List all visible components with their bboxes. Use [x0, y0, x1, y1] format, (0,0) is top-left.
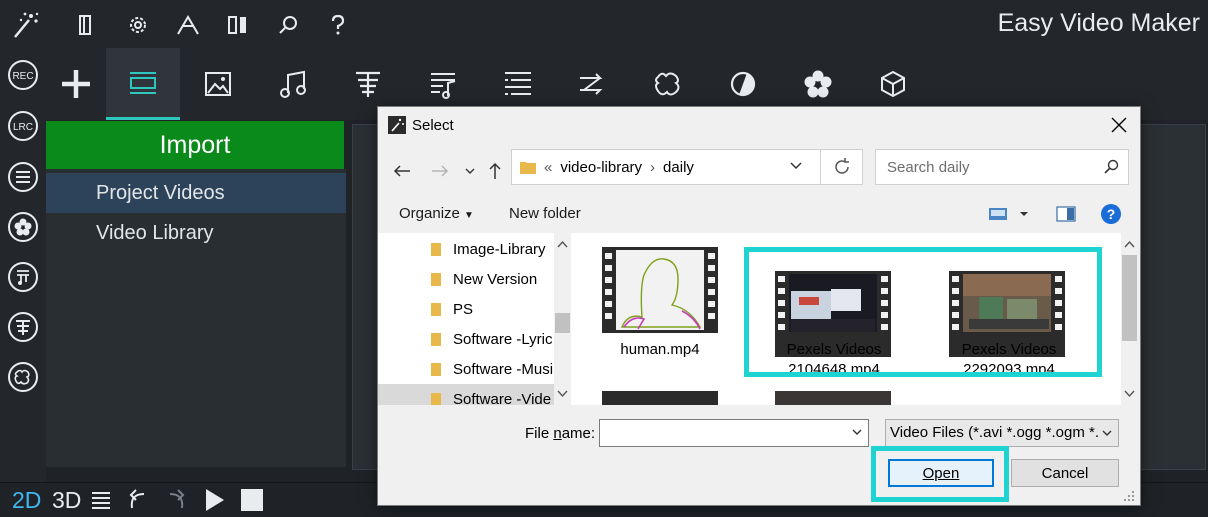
folder-icon: [520, 160, 536, 174]
search-icon[interactable]: [272, 9, 304, 41]
gear-icon[interactable]: [122, 9, 154, 41]
open-button[interactable]: Open: [888, 459, 994, 487]
command-bar: Organize ▼ New folder ?: [378, 197, 1138, 233]
rec-label: REC: [12, 71, 33, 82]
tree-item-label: Software -Lyric: [453, 330, 553, 348]
app-logo-icon: [388, 116, 406, 134]
resize-grip-icon[interactable]: [1124, 491, 1134, 501]
tree-item[interactable]: New Version: [378, 264, 554, 294]
import-panel: Project Videos Video Library: [46, 169, 346, 467]
undo-icon[interactable]: [126, 485, 152, 515]
svg-text:?: ?: [1107, 206, 1116, 222]
breadcrumb-overflow[interactable]: «: [544, 159, 552, 176]
breadcrumb-separator-icon: ›: [650, 158, 656, 176]
rec-icon[interactable]: REC: [6, 58, 40, 92]
address-dropdown-icon[interactable]: [790, 160, 802, 170]
select-dialog: Select « video-library › daily Organi: [377, 106, 1141, 506]
new-folder-button[interactable]: New folder: [509, 205, 581, 222]
video-tracks-icon[interactable]: [106, 48, 180, 120]
chevron-down-icon[interactable]: [852, 428, 862, 436]
dropdown-arrow-icon: ▼: [464, 210, 474, 221]
video-thumbnail-partial[interactable]: [602, 391, 718, 405]
view-options-icon[interactable]: [988, 206, 1032, 222]
tree-item[interactable]: Image-Library: [378, 234, 554, 264]
lrc-label: LRC: [13, 122, 33, 133]
chevron-down-icon: [1099, 429, 1112, 437]
wand-icon[interactable]: [10, 9, 42, 41]
list-icon[interactable]: [90, 485, 112, 515]
music-icon[interactable]: [256, 48, 330, 120]
lrc-icon[interactable]: LRC: [6, 109, 40, 143]
list-icon[interactable]: [6, 160, 40, 194]
files-scrollbar[interactable]: [1121, 233, 1138, 405]
organize-label: Organize: [399, 205, 460, 222]
back-icon[interactable]: [392, 159, 412, 183]
text-icon[interactable]: [6, 310, 40, 344]
mode-3d-button[interactable]: 3D: [52, 485, 81, 515]
tree-item-selected[interactable]: Software -Vide: [378, 384, 554, 405]
tree-item-label: Software -Musi: [453, 360, 554, 378]
tree-item-label: PS: [453, 300, 474, 318]
organize-menu[interactable]: Organize ▼: [399, 205, 474, 222]
tree-item-label: Image-Library: [453, 240, 546, 258]
refresh-icon[interactable]: [821, 149, 863, 185]
stop-icon[interactable]: [240, 485, 264, 515]
top-bar: Easy Video Maker: [0, 0, 1208, 49]
image-icon[interactable]: [181, 48, 255, 120]
preview-pane-icon[interactable]: [1056, 206, 1076, 222]
help-icon[interactable]: ?: [1100, 203, 1122, 225]
music-sheet-icon[interactable]: [6, 260, 40, 294]
search-icon[interactable]: [1103, 159, 1119, 175]
video-thumbnail-partial[interactable]: [775, 391, 891, 405]
close-icon[interactable]: [1106, 113, 1132, 137]
search-input[interactable]: [885, 157, 1089, 177]
selection-highlight: [744, 247, 1102, 377]
tree-item-label: New Version: [453, 270, 538, 288]
dialog-title: Select: [412, 116, 454, 134]
recent-locations-icon[interactable]: [462, 159, 478, 183]
tree-item-label: Software -Vide: [453, 390, 552, 406]
puzzle-icon[interactable]: [6, 360, 40, 394]
import-button[interactable]: Import: [46, 121, 344, 169]
file-name-field[interactable]: [599, 419, 869, 447]
split-view-icon[interactable]: [222, 9, 254, 41]
compass-icon[interactable]: [172, 9, 204, 41]
breadcrumb-video-library[interactable]: video-library: [560, 159, 642, 176]
breadcrumb-daily[interactable]: daily: [663, 159, 694, 176]
redo-icon[interactable]: [162, 485, 188, 515]
add-icon[interactable]: [39, 48, 113, 120]
file-name-label: File name:: [525, 425, 596, 442]
video-thumbnail[interactable]: [602, 247, 718, 333]
folder-tree: Image-Library New Version PS Software -L…: [378, 233, 555, 405]
file-type-select[interactable]: Video Files (*.avi *.ogg *.ogm *.: [885, 419, 1119, 447]
tree-item[interactable]: Software -Lyric: [378, 324, 554, 354]
tree-item[interactable]: Software -Musi: [378, 354, 554, 384]
panel-item-project-videos[interactable]: Project Videos: [46, 173, 346, 213]
search-box: [875, 149, 1129, 185]
flower-icon[interactable]: [6, 210, 40, 244]
help-icon[interactable]: [322, 9, 354, 41]
cancel-button[interactable]: Cancel: [1011, 459, 1119, 487]
tree-scrollbar[interactable]: [554, 233, 571, 405]
file-type-value: Video Files (*.avi *.ogg *.ogm *.: [890, 424, 1099, 441]
file-browser: Image-Library New Version PS Software -L…: [378, 233, 1138, 405]
address-bar[interactable]: « video-library › daily: [511, 149, 821, 185]
panel-item-video-library[interactable]: Video Library: [46, 213, 346, 253]
book-icon[interactable]: [70, 9, 102, 41]
play-icon[interactable]: [202, 485, 226, 515]
open-label: Open: [922, 464, 960, 482]
dialog-footer: File name: Video Files (*.avi *.ogg *.og…: [378, 405, 1138, 505]
mode-2d-button[interactable]: 2D: [12, 485, 41, 515]
forward-icon[interactable]: [430, 159, 450, 183]
up-icon[interactable]: [486, 159, 504, 183]
tree-item[interactable]: PS: [378, 294, 554, 324]
dialog-title-bar: Select: [388, 116, 454, 134]
file-name[interactable]: human.mp4: [590, 341, 730, 358]
app-title: Easy Video Maker: [997, 9, 1200, 37]
